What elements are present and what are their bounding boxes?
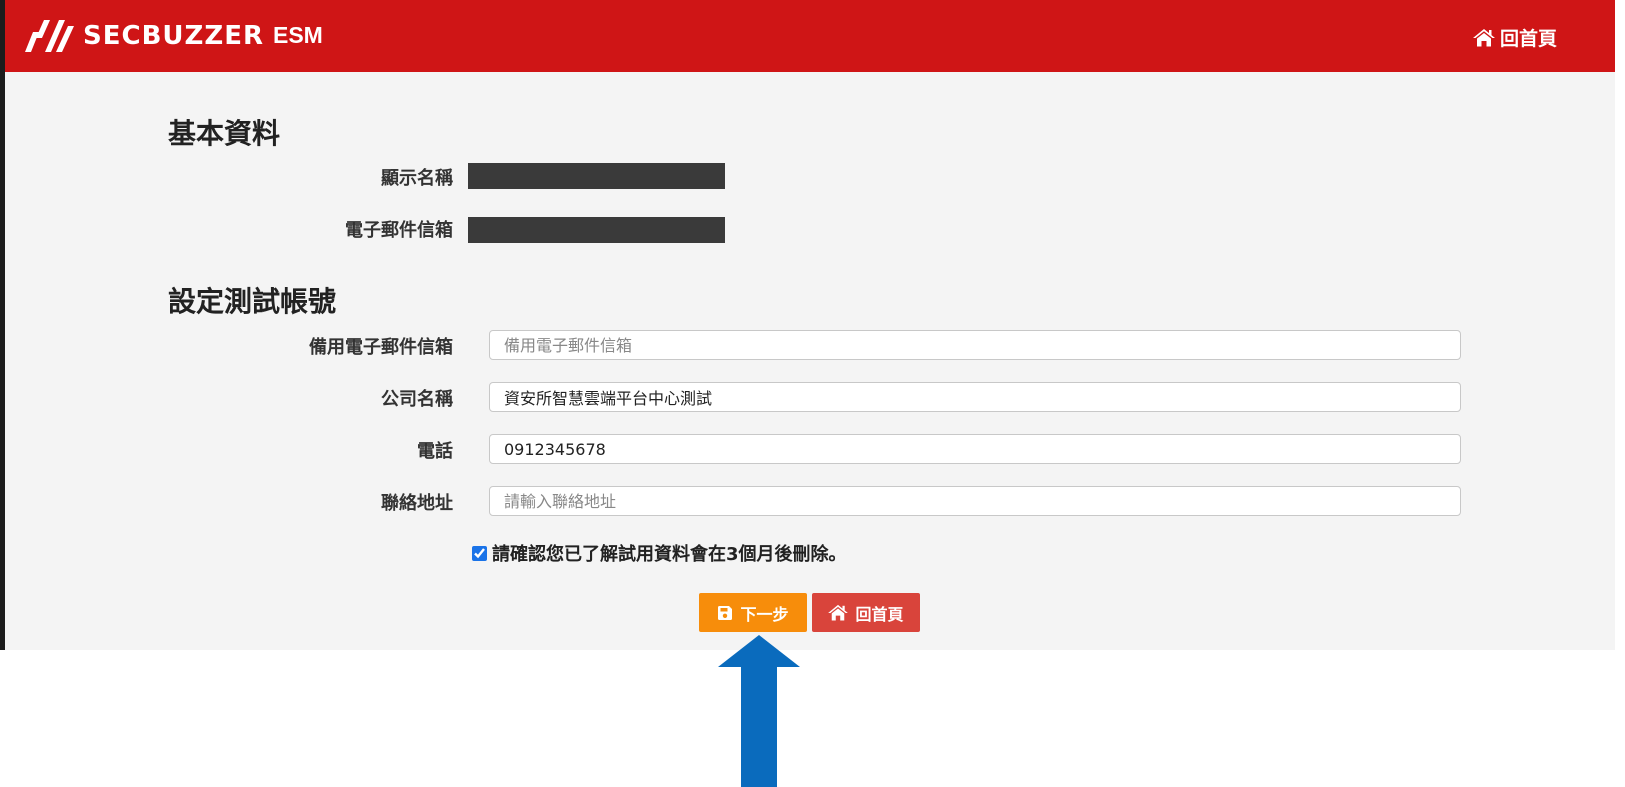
floppy-disk-icon (718, 605, 733, 620)
home-button[interactable]: 回首頁 (812, 593, 920, 632)
basic-info-title: 基本資料 (168, 117, 281, 150)
next-step-label: 下一步 (740, 604, 789, 624)
nav-home-link[interactable]: 回首頁 (1472, 24, 1557, 51)
confirm-delete-checkbox[interactable] (472, 545, 487, 561)
arrow-up-icon (718, 635, 800, 787)
logo-slashes-icon (25, 20, 74, 52)
product-name[interactable]: ESM (273, 22, 323, 49)
display-name-label: 顯示名稱 (381, 168, 453, 189)
confirm-delete-checkbox-row[interactable]: 請確認您已了解試用資料會在3個月後刪除。 (472, 540, 847, 566)
phone-input[interactable] (489, 434, 1461, 464)
page: SECBUZZER ESM 回首頁 基本資料 顯示名稱 電子郵件信箱 設定測試帳… (5, 0, 1615, 650)
company-name-label: 公司名稱 (381, 389, 453, 410)
logo-text: SECBUZZER (83, 21, 264, 51)
nav-home-label: 回首頁 (1499, 28, 1557, 50)
phone-label: 電話 (417, 441, 453, 462)
home-icon (1472, 29, 1495, 47)
next-step-button[interactable]: 下一步 (699, 593, 807, 632)
display-name-redacted (468, 163, 725, 189)
home-icon (828, 604, 849, 621)
email-label: 電子郵件信箱 (345, 220, 453, 241)
home-button-label: 回首頁 (855, 604, 904, 624)
backup-email-label: 備用電子郵件信箱 (309, 337, 453, 358)
backup-email-input[interactable] (489, 330, 1461, 360)
navbar: SECBUZZER ESM 回首頁 (5, 0, 1615, 72)
trial-account-title: 設定測試帳號 (168, 285, 337, 318)
email-redacted (468, 217, 725, 243)
address-input[interactable] (489, 486, 1461, 516)
company-name-input[interactable] (489, 382, 1461, 412)
address-label: 聯絡地址 (381, 493, 453, 514)
confirm-delete-text: 請確認您已了解試用資料會在3個月後刪除。 (492, 544, 847, 565)
secbuzzer-logo[interactable]: SECBUZZER (23, 16, 264, 56)
